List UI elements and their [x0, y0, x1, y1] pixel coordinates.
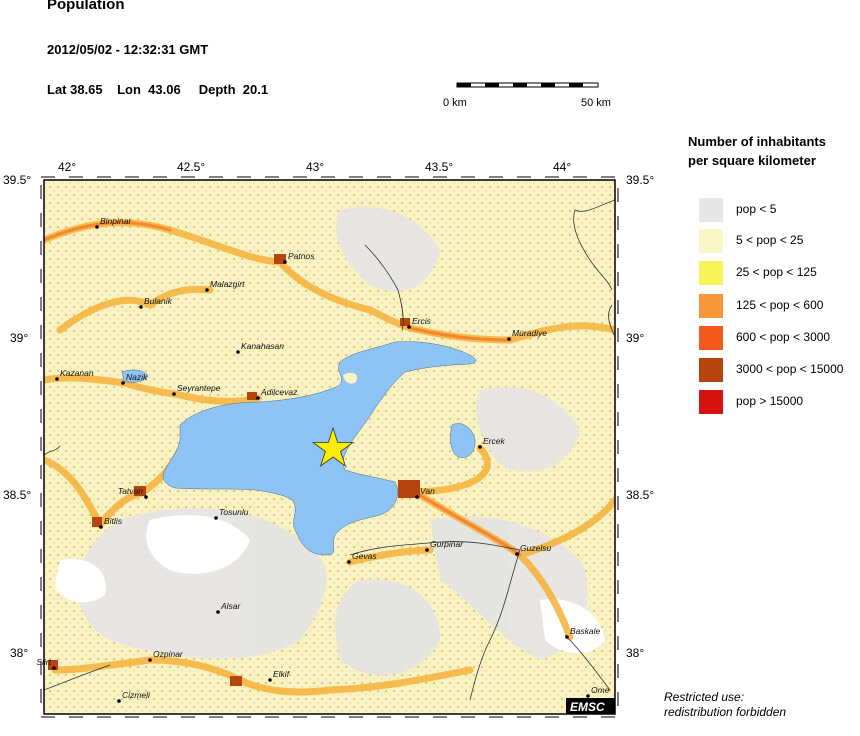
y-tick-38-5-right: 38.5°: [626, 488, 654, 502]
place-label: Kanahasan: [241, 341, 284, 351]
place-label: Van: [420, 486, 435, 496]
place-label: Baskale: [570, 626, 601, 636]
place-label: Kazanan: [60, 368, 94, 378]
place-dot: [172, 392, 176, 396]
place-dot: [347, 560, 351, 564]
place-label: Cizmeli: [122, 690, 151, 700]
scale-right-label: 50 km: [581, 97, 611, 109]
place-label: Patnos: [288, 251, 315, 261]
place-label: Siirt: [36, 657, 51, 667]
usage-notice-line1: Restricted use:: [664, 690, 745, 704]
place-dot: [507, 337, 511, 341]
emsc-logo: EMSC: [570, 700, 605, 714]
place-dot: [407, 325, 411, 329]
place-dot: [283, 260, 287, 264]
place-dot: [565, 635, 569, 639]
x-tick-43-5: 43.5°: [425, 160, 453, 174]
place-dot: [214, 516, 218, 520]
event-coordinates: Lat 38.65 Lon 43.06 Depth 20.1: [47, 82, 269, 97]
place-label: Muradiye: [512, 328, 547, 338]
place-label: Nazik: [126, 372, 148, 382]
place-dot: [415, 495, 419, 499]
place-label: Ozpinar: [153, 649, 184, 659]
scale-bar: 0 km 50 km: [443, 82, 611, 109]
y-tick-38-5-left: 38.5°: [3, 488, 31, 502]
place-label: Binpinar: [100, 216, 132, 226]
y-tick-38-right: 38°: [626, 646, 644, 660]
legend-title-line1: Number of inhabitants: [688, 134, 826, 149]
place-dot: [256, 396, 260, 400]
place-label: Ercis: [412, 316, 432, 326]
x-tick-42-5: 42.5°: [177, 160, 205, 174]
place-label: Elkif: [273, 669, 291, 679]
emsc-badge: EMSC: [566, 698, 615, 714]
place-label: Gurpinar: [430, 539, 464, 549]
scale-left-label: 0 km: [443, 97, 467, 109]
place-label: Seyrantepe: [177, 383, 221, 393]
place-dot: [478, 445, 482, 449]
place-dot: [205, 288, 209, 292]
place-dot: [515, 552, 519, 556]
place-dot: [216, 610, 220, 614]
place-dot: [117, 699, 121, 703]
event-datetime: 2012/05/02 - 12:32:31 GMT: [47, 42, 209, 57]
place-label: Guzelsu: [520, 543, 551, 553]
place-label: Tosunlu: [219, 507, 249, 517]
place-label: Bulanik: [144, 296, 173, 306]
y-tick-39-5-right: 39.5°: [626, 173, 654, 187]
place-label: Alsar: [220, 601, 242, 611]
population-map: 42° 42.5° 43° 43.5° 44° 42° 42.5° 43° 43…: [3, 160, 654, 718]
place-dot: [236, 350, 240, 354]
place-dot: [121, 381, 125, 385]
place-dot: [268, 678, 272, 682]
place-label: Tatvan: [118, 486, 143, 496]
place-dot: [148, 658, 152, 662]
place-label: Ercek: [483, 436, 505, 446]
place-label: Malazgirt: [210, 279, 245, 289]
place-dot: [52, 666, 56, 670]
usage-notice: Restricted use: redistribution forbidden: [664, 690, 786, 720]
y-tick-38-left: 38°: [10, 646, 28, 660]
x-tick-42: 42°: [58, 160, 76, 174]
place-label: Bitlis: [104, 516, 123, 526]
y-tick-39-right: 39°: [626, 331, 644, 345]
place-label: Gevas: [352, 551, 377, 561]
place-dot: [55, 377, 59, 381]
x-tick-43: 43°: [306, 160, 324, 174]
y-tick-39-5-left: 39.5°: [3, 173, 31, 187]
place-label: Adilcevaz: [260, 387, 298, 397]
y-tick-39-left: 39°: [10, 331, 28, 345]
place-dot: [144, 495, 148, 499]
page-title: Population: [47, 0, 125, 13]
place-dot: [99, 525, 103, 529]
place-dot: [139, 305, 143, 309]
place-dot: [95, 225, 99, 229]
x-tick-44: 44°: [553, 160, 571, 174]
place-dot: [586, 694, 590, 698]
usage-notice-line2: redistribution forbidden: [664, 705, 787, 719]
place-label: Ome: [591, 685, 610, 695]
place-dot: [425, 548, 429, 552]
